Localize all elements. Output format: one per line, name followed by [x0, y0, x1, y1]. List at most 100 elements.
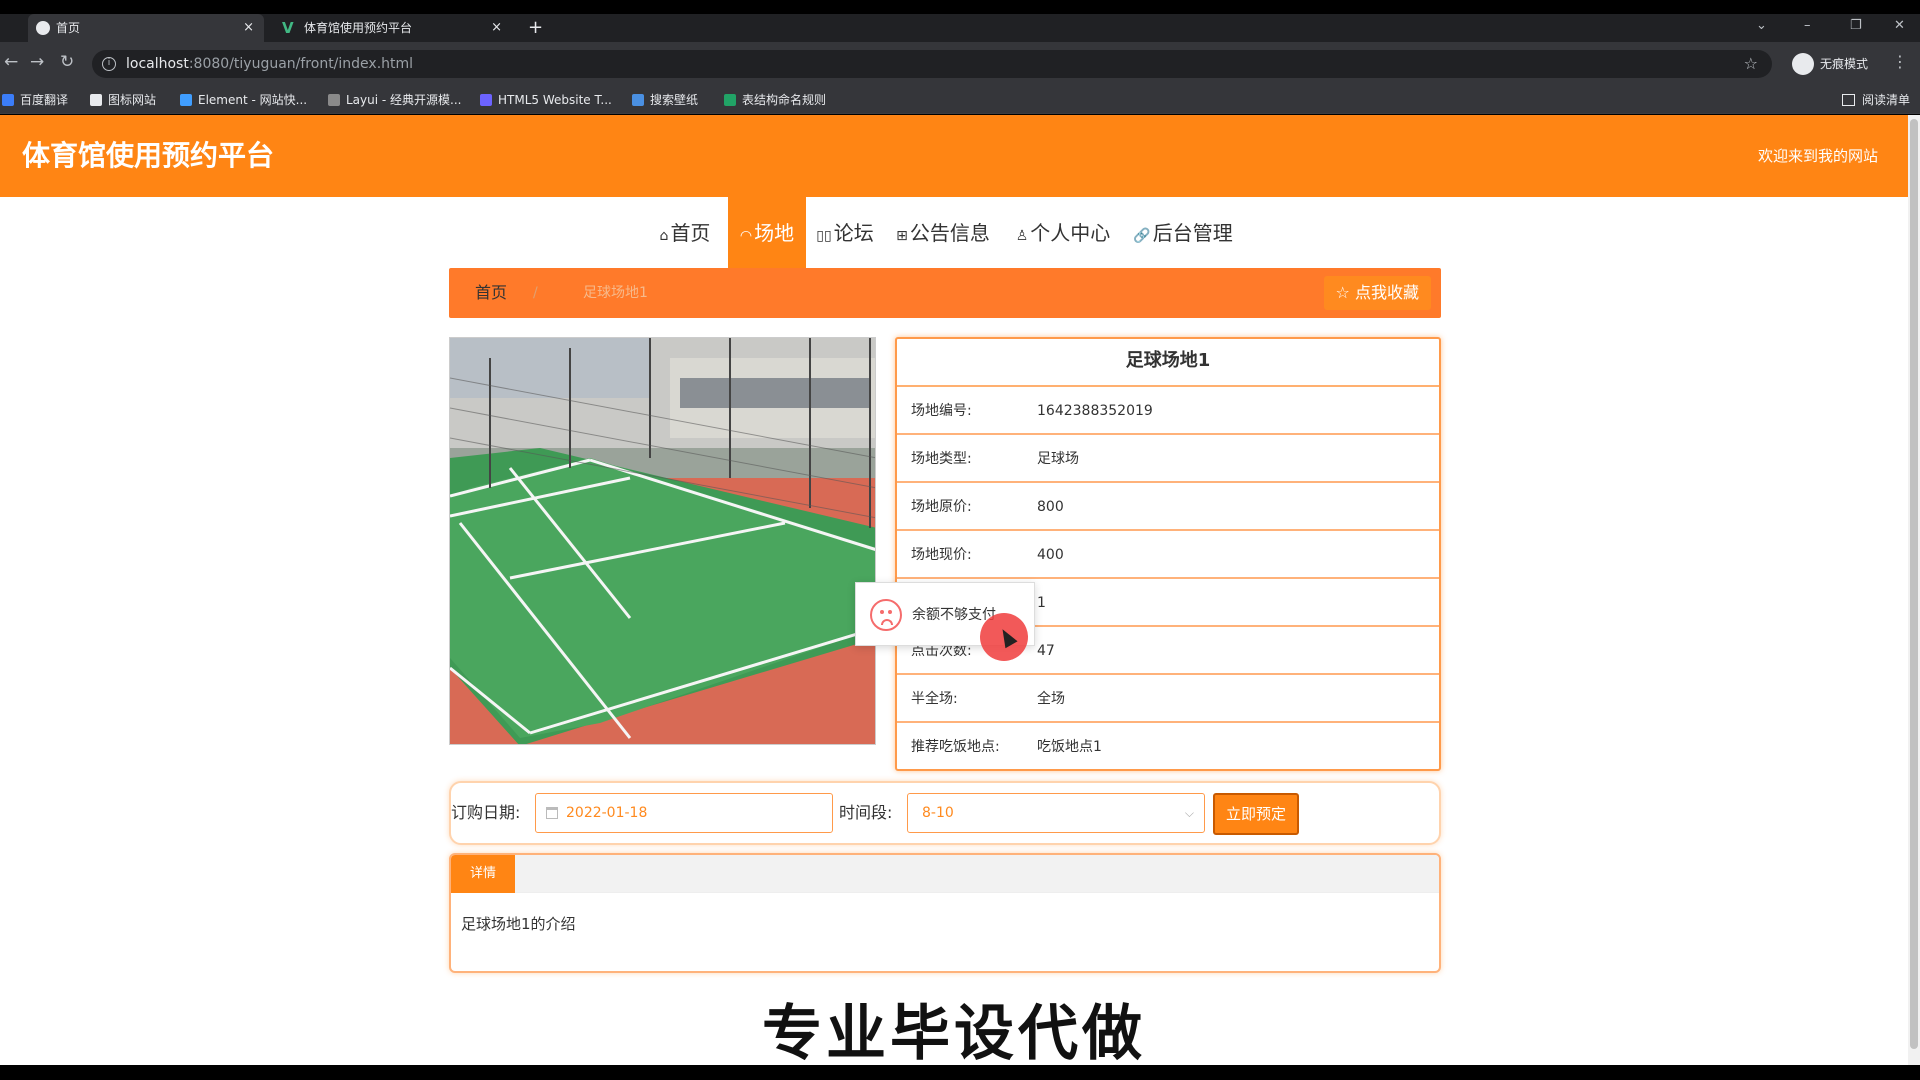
element-logo-icon	[180, 94, 192, 106]
wallpaper-icon	[632, 94, 644, 106]
forward-icon[interactable]: →	[30, 52, 44, 72]
scrollbar-thumb[interactable]	[1910, 119, 1918, 1049]
nav-forum[interactable]: ▯▯ 论坛	[814, 197, 876, 269]
nav-notices[interactable]: ⊞ 公告信息	[892, 197, 994, 269]
screen: 首页 × V 体育馆使用预约平台 × + ⌄ – ❐ ✕ ← → ↻ i loc…	[0, 0, 1920, 1080]
info-label: 场地现价:	[911, 547, 972, 563]
browser-tab-bar: 首页 × V 体育馆使用预约平台 × + ⌄ – ❐ ✕	[0, 14, 1920, 42]
info-value: 吃饭地点1	[1037, 739, 1102, 755]
site-header: 体育馆使用预约平台 欢迎来到我的网站	[0, 115, 1908, 197]
incognito-profile[interactable]: 无痕模式	[1792, 53, 1868, 75]
bookmark-item[interactable]: Element - 网站快...	[178, 86, 307, 114]
reserve-button[interactable]: 立即预定	[1213, 793, 1299, 835]
info-label: 半全场:	[911, 691, 958, 707]
url-text[interactable]: localhost:8080/tiyuguan/front/index.html	[126, 50, 413, 78]
bookmark-item[interactable]: Layui - 经典开源模...	[326, 86, 461, 114]
info-label: 推荐吃饭地点:	[911, 739, 1000, 755]
info-row-original-price: 场地原价: 800	[897, 483, 1439, 531]
favorite-button[interactable]: ☆ 点我收藏	[1323, 276, 1431, 310]
forum-icon: ▯▯	[816, 228, 832, 244]
globe-icon	[36, 21, 50, 35]
venue-photo	[449, 337, 876, 745]
home-icon: ⌂	[659, 228, 669, 244]
details-description: 足球场地1的介绍	[461, 915, 576, 933]
translate-icon	[2, 94, 14, 106]
breadcrumb-separator: /	[533, 285, 538, 301]
site-title: 体育馆使用预约平台	[22, 139, 275, 172]
info-label: 场地类型:	[911, 451, 972, 467]
browser-tab-platform[interactable]: V 体育馆使用预约平台 ×	[276, 14, 512, 42]
breadcrumb-current: 足球场地1	[583, 285, 648, 301]
time-value: 8-10	[922, 805, 954, 821]
more-menu-icon[interactable]: ⋮	[1892, 52, 1908, 71]
flag-icon	[90, 94, 102, 106]
web-page: 体育馆使用预约平台 欢迎来到我的网站 ⌂ 首页 ◠ 场地 ▯▯ 论坛 ⊞ 公告信息 ♙ 个…	[0, 115, 1908, 1065]
info-value: 47	[1037, 643, 1055, 659]
link-icon: 🔗	[1133, 228, 1151, 244]
date-picker[interactable]: 2022-01-18	[535, 793, 833, 833]
welcome-text: 欢迎来到我的网站	[1757, 147, 1878, 165]
browser-tab-home[interactable]: 首页 ×	[28, 14, 264, 42]
tab-details[interactable]: 详情	[451, 855, 515, 893]
user-icon: ♙	[1015, 228, 1029, 244]
bookmark-item[interactable]: HTML5 Website T...	[478, 86, 612, 114]
booking-form: 订购日期: 2022-01-18 时间段: 8-10 ⌵ 立即预定	[449, 781, 1441, 845]
new-tab-button[interactable]: +	[528, 14, 543, 42]
table-icon	[724, 94, 736, 106]
info-row-id: 场地编号: 1642388352019	[897, 387, 1439, 435]
nav-venue[interactable]: ◠ 场地	[728, 197, 806, 269]
info-value: 1642388352019	[1037, 403, 1153, 419]
bookmark-item[interactable]: 表结构命名规则	[722, 86, 826, 114]
back-icon[interactable]: ←	[4, 52, 18, 72]
notice-icon: ⊞	[896, 228, 908, 244]
info-row-type: 场地类型: 足球场	[897, 435, 1439, 483]
layui-logo-icon	[328, 94, 340, 106]
time-slot-select[interactable]: 8-10 ⌵	[907, 793, 1205, 833]
reload-icon[interactable]: ↻	[60, 52, 74, 72]
vue-logo-icon: V	[282, 19, 294, 37]
time-label: 时间段:	[839, 803, 893, 822]
venue-icon: ◠	[739, 228, 753, 244]
close-icon[interactable]: ×	[243, 14, 254, 42]
info-value: 足球场	[1037, 451, 1079, 467]
star-icon: ☆	[1335, 283, 1355, 302]
info-row-current-price: 场地现价: 400	[897, 531, 1439, 579]
details-tab-bar: 详情	[451, 855, 1439, 893]
info-value: 800	[1037, 499, 1064, 515]
tab-title: 体育馆使用预约平台	[304, 21, 413, 35]
close-window-icon[interactable]: ✕	[1894, 14, 1905, 38]
date-label: 订购日期:	[451, 803, 521, 822]
bottom-black-band	[0, 1065, 1920, 1080]
tennis-court-image	[450, 338, 875, 744]
nav-home[interactable]: ⌂ 首页	[650, 197, 720, 269]
html5-icon	[480, 94, 492, 106]
bookmark-star-icon[interactable]: ☆	[1744, 50, 1758, 78]
watermark-caption: 专业毕设代做	[762, 999, 1146, 1065]
info-row-half-full: 半全场: 全场	[897, 675, 1439, 723]
bookmark-item[interactable]: 图标网站	[88, 86, 156, 114]
details-panel: 详情 足球场地1的介绍	[449, 853, 1441, 973]
nav-admin[interactable]: 🔗 后台管理	[1130, 197, 1236, 269]
bookmark-item[interactable]: 搜索壁纸	[630, 86, 698, 114]
nav-personal-center[interactable]: ♙ 个人中心	[1012, 197, 1114, 269]
minimize-icon[interactable]: –	[1804, 14, 1811, 38]
breadcrumb-home[interactable]: 首页	[475, 268, 507, 318]
date-value: 2022-01-18	[566, 805, 648, 821]
tab-search-icon[interactable]: ⌄	[1756, 14, 1767, 38]
main-nav: ⌂ 首页 ◠ 场地 ▯▯ 论坛 ⊞ 公告信息 ♙ 个人中心 🔗 后台管理	[0, 197, 1908, 269]
close-icon[interactable]: ×	[491, 14, 502, 42]
tab-title: 首页	[56, 21, 81, 35]
chevron-down-icon: ⌵	[1184, 806, 1194, 820]
breadcrumb: 首页 / 足球场地1 ☆ 点我收藏	[449, 268, 1441, 318]
reading-list[interactable]: 阅读清单	[1840, 86, 1910, 114]
bookmark-item[interactable]: 百度翻译	[0, 86, 68, 114]
venue-name: 足球场地1	[897, 339, 1439, 387]
restore-icon[interactable]: ❐	[1850, 14, 1862, 38]
profile-label: 无痕模式	[1820, 57, 1869, 71]
page-scrollbar[interactable]	[1908, 115, 1920, 1065]
address-bar[interactable]: i localhost:8080/tiyuguan/front/index.ht…	[92, 50, 1772, 78]
info-label: 场地原价:	[911, 499, 972, 515]
venue-info-panel: 足球场地1 场地编号: 1642388352019 场地类型: 足球场 场地原价…	[895, 337, 1441, 771]
browser-toolbar: ← → ↻ i localhost:8080/tiyuguan/front/in…	[0, 42, 1920, 86]
site-info-icon[interactable]: i	[102, 57, 116, 71]
